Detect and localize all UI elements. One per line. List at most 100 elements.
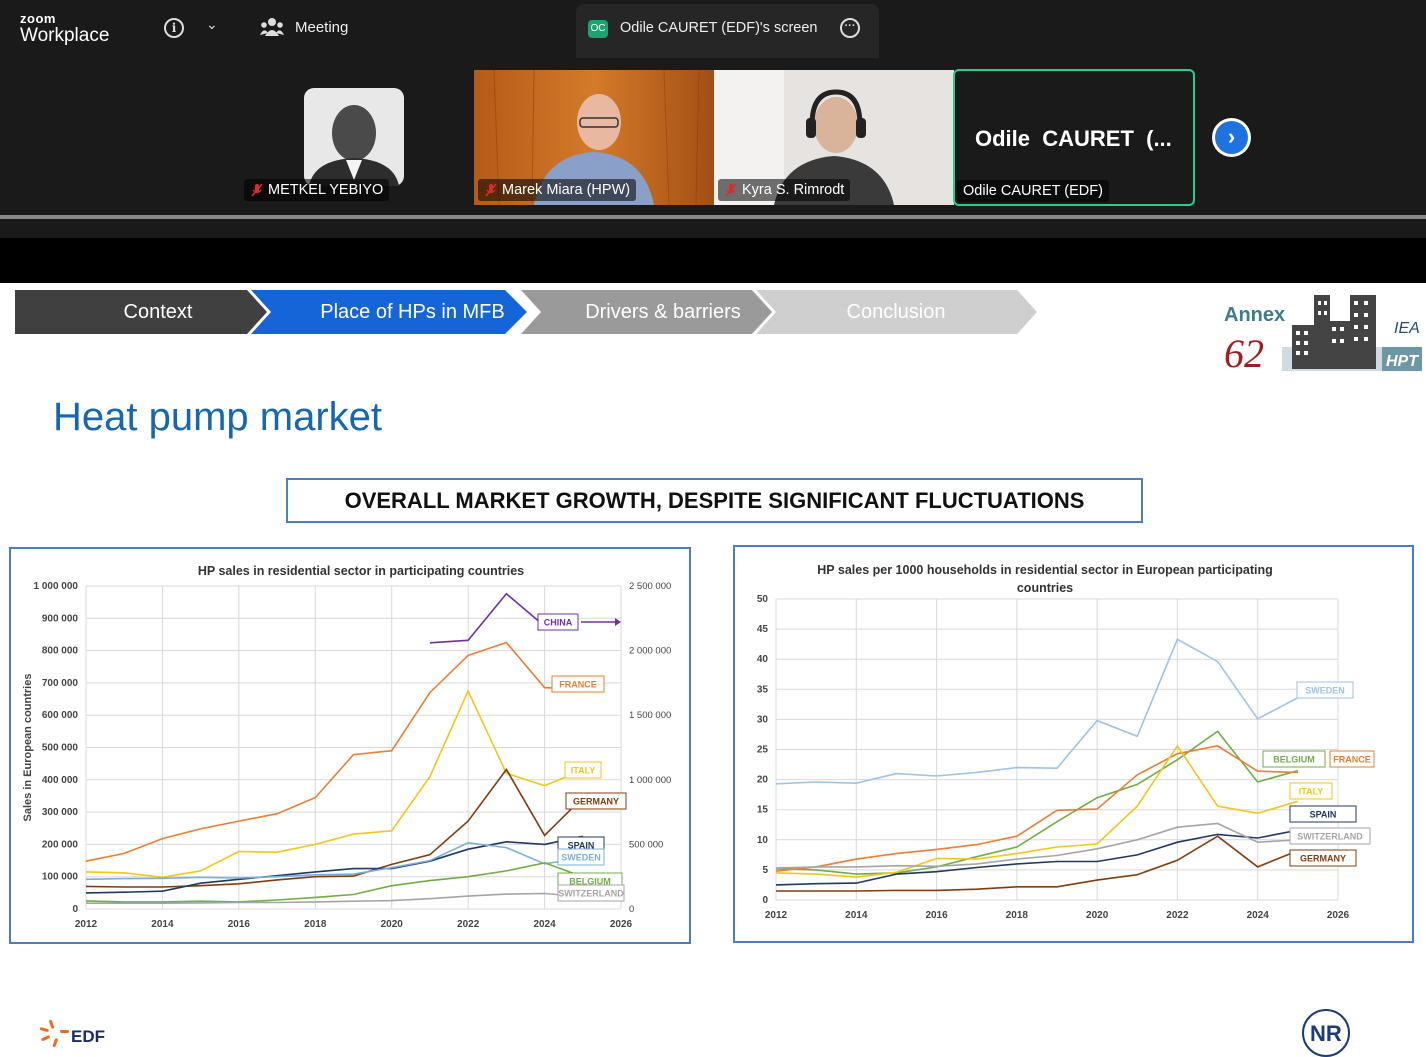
x-tick-label: 2024 bbox=[533, 919, 556, 930]
series-label: ITALY bbox=[571, 766, 596, 776]
nr-text: NR bbox=[1310, 1021, 1342, 1046]
participant-name-text: Kyra S. Rimrodt bbox=[742, 182, 845, 198]
y-tick-label: 25 bbox=[757, 745, 769, 756]
x-tick-label: 2018 bbox=[1006, 910, 1029, 921]
share-avatar-badge: OC bbox=[588, 20, 608, 38]
series-label: GERMANY bbox=[573, 797, 619, 807]
x-tick-label: 2022 bbox=[1166, 910, 1189, 921]
series-line-germany bbox=[85, 768, 584, 888]
zoom-logo: zoom Workplace bbox=[20, 12, 109, 47]
participant-display-name: Odile CAURET (... bbox=[975, 126, 1172, 151]
x-tick-label: 2012 bbox=[75, 919, 98, 930]
y-tick-label: 100 000 bbox=[42, 872, 79, 883]
y2-tick-label: 1 500 000 bbox=[629, 710, 671, 721]
y-tick-label: 35 bbox=[757, 684, 769, 695]
x-tick-label: 2012 bbox=[765, 910, 788, 921]
y-tick-label: 800 000 bbox=[42, 646, 79, 657]
slide-banner: OVERALL MARKET GROWTH, DESPITE SIGNIFICA… bbox=[286, 478, 1143, 523]
step-place-of-hps: Place of HPs in MFB bbox=[320, 301, 505, 323]
participant-name: Odile CAURET (EDF) bbox=[957, 180, 1109, 202]
edf-logo: EDF bbox=[39, 1019, 105, 1047]
muted-mic-icon bbox=[251, 183, 263, 197]
chart-sales-per-household: HP sales per 1000 households in resident… bbox=[733, 545, 1414, 943]
y-tick-label: 15 bbox=[757, 805, 769, 816]
chevron-right-icon: › bbox=[1215, 121, 1248, 154]
series-line-france bbox=[85, 641, 583, 862]
y-tick-label: 1 000 000 bbox=[34, 581, 79, 592]
iea-text: IEA bbox=[1394, 320, 1420, 337]
more-options-icon[interactable]: ··· bbox=[840, 18, 860, 38]
series-label: SWITZERLAND bbox=[558, 889, 624, 899]
series-line-switzerland bbox=[775, 822, 1298, 869]
x-tick-label: 2026 bbox=[1327, 910, 1350, 921]
next-page-button[interactable]: › bbox=[1212, 118, 1251, 157]
screen-share-tab[interactable]: OC Odile CAURET (EDF)'s screen ··· bbox=[576, 4, 879, 58]
participant-name: METKEL YEBIYO bbox=[244, 179, 390, 201]
participant-tile[interactable]: Marek Miara (HPW) bbox=[474, 70, 714, 205]
zoom-logo-big: Workplace bbox=[20, 25, 110, 46]
participant-name-text: Marek Miara (HPW) bbox=[502, 182, 631, 198]
participant-tile[interactable]: METKEL YEBIYO bbox=[240, 68, 472, 205]
participant-name: Kyra S. Rimrodt bbox=[718, 179, 851, 201]
chart2-svg: 0 5 10 15 20 25 30 35 40 45 50 2012 2014 2016 2018 2020… bbox=[757, 594, 1375, 921]
series-line-sweden bbox=[85, 841, 583, 881]
x-tick-label: 2024 bbox=[1247, 910, 1270, 921]
series-line-france bbox=[775, 745, 1298, 872]
muted-mic-icon bbox=[485, 183, 497, 197]
participant-name-text: METKEL YEBIYO bbox=[268, 182, 384, 198]
series-label: FRANCE bbox=[559, 680, 597, 690]
series-label: GERMANY bbox=[1300, 854, 1346, 864]
y-tick-label: 5 bbox=[762, 865, 768, 876]
series-line-italy bbox=[85, 689, 584, 879]
y-tick-label: 20 bbox=[757, 775, 769, 786]
participant-name: Marek Miara (HPW) bbox=[478, 179, 637, 201]
annex-62-logo: Annex 62 IEA HPT bbox=[1224, 295, 1422, 371]
y2-tick-label: 500 000 bbox=[629, 839, 663, 850]
participant-tile-active[interactable]: Odile CAURET (... Odile CAURET (EDF) bbox=[953, 69, 1195, 206]
share-label: Odile CAURET (EDF)'s screen bbox=[620, 20, 818, 36]
hpt-text: HPT bbox=[1386, 353, 1419, 370]
x-tick-label: 2018 bbox=[304, 919, 327, 930]
series-label: SWITZERLAND bbox=[1297, 832, 1363, 842]
series-line-sweden bbox=[775, 638, 1299, 785]
meeting-menu[interactable]: Meeting bbox=[295, 19, 348, 36]
series-label: SPAIN bbox=[1310, 810, 1337, 820]
y-tick-label: 0 bbox=[762, 895, 768, 906]
x-tick-label: 2022 bbox=[457, 919, 480, 930]
y-tick-label: 10 bbox=[757, 835, 769, 846]
chart-sales-absolute: HP sales in residential sector in partic… bbox=[9, 547, 691, 944]
y-tick-label: 200 000 bbox=[42, 839, 79, 850]
x-tick-label: 2016 bbox=[228, 919, 251, 930]
participant-tile[interactable]: Kyra S. Rimrodt bbox=[714, 70, 954, 205]
participants-icon[interactable] bbox=[260, 16, 284, 38]
chevron-down-icon[interactable]: ⌄ bbox=[206, 16, 218, 33]
zoom-logo-small: zoom bbox=[20, 11, 56, 26]
y-tick-label: 45 bbox=[757, 624, 769, 635]
strip-spacer bbox=[0, 219, 1426, 238]
y2-tick-label: 0 bbox=[629, 904, 634, 915]
annex-number: 62 bbox=[1224, 331, 1264, 371]
x-tick-label: 2016 bbox=[925, 910, 948, 921]
series-label: SWEDEN bbox=[1305, 686, 1345, 696]
step-drivers-barriers: Drivers & barriers bbox=[585, 301, 741, 323]
shared-slide: Context Place of HPs in MFB Drivers & ba… bbox=[0, 283, 1426, 1057]
x-tick-label: 2014 bbox=[151, 919, 174, 930]
y2-tick-label: 1 000 000 bbox=[629, 775, 671, 786]
annex-text: Annex bbox=[1224, 304, 1285, 326]
series-line-belgium bbox=[85, 861, 584, 903]
participant-avatar bbox=[304, 88, 404, 186]
zoom-top-bar: zoom Workplace i ⌄ Meeting OC Odile CAUR… bbox=[0, 0, 1426, 58]
series-label: FRANCE bbox=[1333, 755, 1371, 765]
step-conclusion: Conclusion bbox=[846, 301, 946, 323]
nr-logo: NR bbox=[1302, 1009, 1350, 1057]
y-tick-label: 0 bbox=[72, 904, 78, 915]
y-axis-label: Sales in European countries bbox=[22, 674, 34, 822]
step-context: Context bbox=[123, 301, 193, 323]
series-line-belgium bbox=[775, 730, 1299, 875]
info-icon[interactable]: i bbox=[164, 18, 184, 38]
china-arrow-head bbox=[615, 618, 621, 626]
y-tick-label: 900 000 bbox=[42, 613, 79, 624]
x-tick-label: 2020 bbox=[1086, 910, 1109, 921]
series-label: ITALY bbox=[1299, 787, 1324, 797]
series-label: BELGIUM bbox=[1273, 755, 1315, 765]
